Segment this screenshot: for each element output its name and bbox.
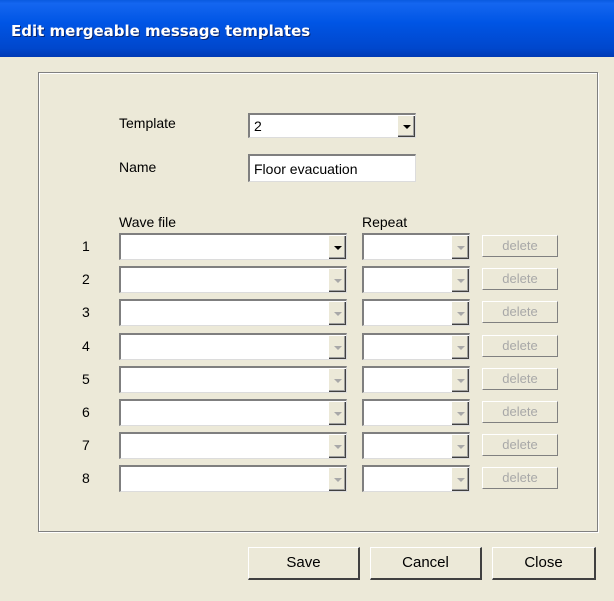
repeat-select[interactable] — [362, 333, 470, 360]
template-dropdown-button[interactable] — [397, 115, 415, 137]
save-button[interactable]: Save — [248, 547, 360, 580]
repeat-dropdown-button[interactable] — [451, 368, 469, 392]
row-number: 1 — [82, 238, 90, 254]
wave-file-select[interactable] — [119, 266, 347, 293]
chevron-down-icon — [333, 444, 342, 449]
title-bar[interactable]: Edit mergeable message templates — [0, 0, 614, 57]
template-select[interactable]: 2 — [248, 113, 416, 138]
delete-button[interactable]: delete — [482, 368, 558, 390]
delete-button[interactable]: delete — [482, 268, 558, 290]
chevron-down-icon — [333, 411, 342, 416]
wave-file-select[interactable] — [119, 333, 347, 360]
repeat-dropdown-button[interactable] — [451, 434, 469, 458]
repeat-dropdown-button[interactable] — [451, 467, 469, 491]
wave-file-select[interactable] — [119, 399, 347, 426]
wave-file-dropdown-button[interactable] — [328, 434, 346, 458]
wave-file-dropdown-button[interactable] — [328, 268, 346, 292]
wave-file-select[interactable] — [119, 299, 347, 326]
repeat-dropdown-button[interactable] — [451, 401, 469, 425]
chevron-down-icon — [456, 378, 465, 383]
wave-file-select[interactable] — [119, 465, 347, 492]
cancel-button[interactable]: Cancel — [370, 547, 482, 580]
delete-button[interactable]: delete — [482, 235, 558, 257]
chevron-down-icon — [333, 345, 342, 350]
repeat-dropdown-button[interactable] — [451, 335, 469, 359]
delete-button[interactable]: delete — [482, 434, 558, 456]
delete-button[interactable]: delete — [482, 467, 558, 489]
wave-file-dropdown-button[interactable] — [328, 235, 346, 259]
chevron-down-icon — [333, 311, 342, 316]
delete-button[interactable]: delete — [482, 401, 558, 423]
chevron-down-icon — [456, 345, 465, 350]
name-input[interactable] — [248, 154, 416, 182]
row-number: 4 — [82, 338, 90, 354]
wave-file-dropdown-button[interactable] — [328, 401, 346, 425]
wave-file-dropdown-button[interactable] — [328, 467, 346, 491]
row-number: 8 — [82, 470, 90, 486]
row-number: 5 — [82, 371, 90, 387]
chevron-down-icon — [333, 245, 342, 250]
delete-button[interactable]: delete — [482, 335, 558, 357]
chevron-down-icon — [402, 124, 411, 129]
window-title: Edit mergeable message templates — [11, 22, 311, 40]
repeat-dropdown-button[interactable] — [451, 268, 469, 292]
wave-file-dropdown-button[interactable] — [328, 368, 346, 392]
chevron-down-icon — [456, 245, 465, 250]
template-label: Template — [119, 115, 176, 131]
repeat-dropdown-button[interactable] — [451, 235, 469, 259]
chevron-down-icon — [456, 444, 465, 449]
chevron-down-icon — [456, 278, 465, 283]
wave-file-header: Wave file — [119, 214, 177, 230]
repeat-select[interactable] — [362, 266, 470, 293]
row-number: 2 — [82, 271, 90, 287]
dialog-window: Edit mergeable message templates Templat… — [0, 0, 614, 601]
wave-file-select[interactable] — [119, 366, 347, 393]
row-number: 3 — [82, 304, 90, 320]
close-button[interactable]: Close — [492, 547, 596, 580]
row-number: 6 — [82, 404, 90, 420]
repeat-select[interactable] — [362, 299, 470, 326]
name-label: Name — [119, 159, 157, 175]
chevron-down-icon — [456, 477, 465, 482]
wave-file-select[interactable] — [119, 233, 347, 260]
chevron-down-icon — [333, 477, 342, 482]
repeat-select[interactable] — [362, 233, 470, 260]
chevron-down-icon — [333, 278, 342, 283]
repeat-select[interactable] — [362, 465, 470, 492]
repeat-select[interactable] — [362, 432, 470, 459]
wave-file-dropdown-button[interactable] — [328, 301, 346, 325]
repeat-select[interactable] — [362, 399, 470, 426]
chevron-down-icon — [456, 411, 465, 416]
chevron-down-icon — [333, 378, 342, 383]
chevron-down-icon — [456, 311, 465, 316]
repeat-header: Repeat — [362, 214, 408, 230]
row-number: 7 — [82, 437, 90, 453]
repeat-dropdown-button[interactable] — [451, 301, 469, 325]
wave-file-dropdown-button[interactable] — [328, 335, 346, 359]
repeat-select[interactable] — [362, 366, 470, 393]
wave-file-select[interactable] — [119, 432, 347, 459]
delete-button[interactable]: delete — [482, 301, 558, 323]
